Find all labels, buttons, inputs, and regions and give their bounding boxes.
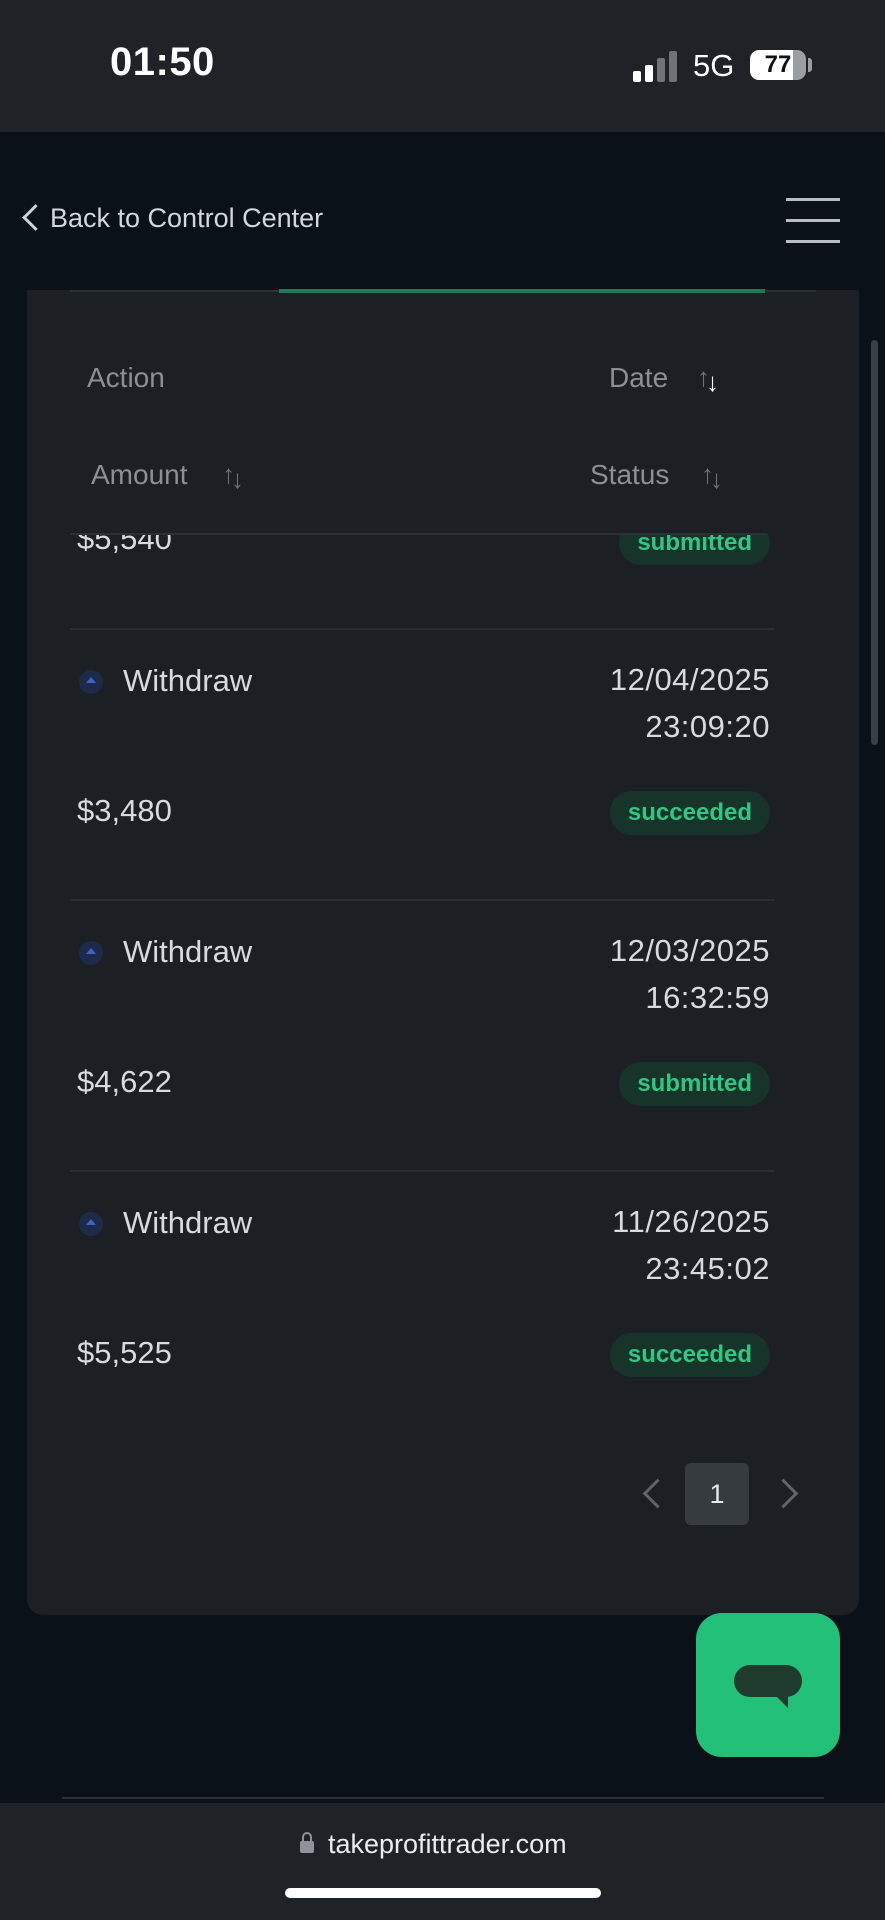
row-date-day: 12/03/2025 [609, 933, 770, 968]
status-badge: succeeded [609, 1333, 770, 1377]
status-badge: submitted [619, 1062, 770, 1106]
row-date-time: 23:09:20 [645, 709, 770, 744]
row-date: 12/03/2025 16:32:59 [610, 927, 770, 1021]
withdraw-icon [79, 670, 103, 694]
column-header-date[interactable]: Date [609, 362, 668, 394]
row-divider [70, 1170, 775, 1172]
battery-percent: 77 [764, 51, 792, 78]
row-amount: $4,622 [77, 1064, 172, 1099]
hamburger-menu-icon[interactable] [786, 198, 840, 244]
back-to-control-center-link[interactable]: Back to Control Center [50, 203, 323, 234]
cellular-signal-icon [633, 48, 683, 82]
row-date: 12/04/2025 23:09:20 [610, 656, 770, 750]
active-tab-indicator [279, 289, 765, 293]
transaction-list: $5,540 submitted Withdraw 12/04/2025 23:… [27, 533, 859, 1433]
row-date: 11/26/2025 23:45:02 [612, 1198, 770, 1292]
row-divider [70, 899, 775, 901]
sort-descending-icon[interactable]: ↑ ↓ [697, 363, 721, 396]
row-date-time: 23:45:02 [645, 1251, 770, 1286]
row-date-day: 12/04/2025 [609, 662, 770, 697]
withdraw-icon [79, 1212, 103, 1236]
chat-bubble-tail [774, 1694, 788, 1708]
row-amount: $5,540 [77, 533, 172, 556]
column-header-status[interactable]: Status [590, 459, 669, 491]
lock-icon [300, 1832, 314, 1853]
sort-icon[interactable]: ↑ ↓ [701, 460, 725, 493]
column-header-amount[interactable]: Amount [91, 459, 188, 491]
row-action: Withdraw [123, 1205, 253, 1240]
row-amount: $5,525 [77, 1335, 172, 1370]
row-amount: $3,480 [77, 793, 172, 828]
header-divider [70, 533, 766, 535]
footer-divider [62, 1797, 824, 1799]
url-text[interactable]: takeprofittrader.com [328, 1829, 567, 1860]
row-divider [70, 628, 775, 630]
battery-tip [808, 58, 812, 72]
row-action: Withdraw [123, 934, 253, 969]
row-date-time: 16:32:59 [645, 980, 770, 1015]
browser-url-bar[interactable] [0, 1803, 885, 1920]
row-date-day: 11/26/2025 [612, 1204, 770, 1239]
column-header-action[interactable]: Action [87, 362, 165, 394]
status-badge: succeeded [609, 791, 770, 835]
row-action: Withdraw [123, 663, 253, 698]
sort-icon[interactable]: ↑ ↓ [222, 460, 246, 493]
battery-icon: 77 [750, 50, 806, 80]
scrollbar[interactable] [871, 340, 878, 745]
pagination-current-page[interactable]: 1 [685, 1463, 749, 1525]
network-type: 5G [693, 48, 735, 83]
home-indicator[interactable] [285, 1888, 601, 1898]
withdraw-icon [79, 941, 103, 965]
status-badge: submitted [619, 533, 770, 565]
status-time: 01:50 [110, 40, 215, 84]
chat-bubble-icon[interactable] [734, 1665, 802, 1697]
